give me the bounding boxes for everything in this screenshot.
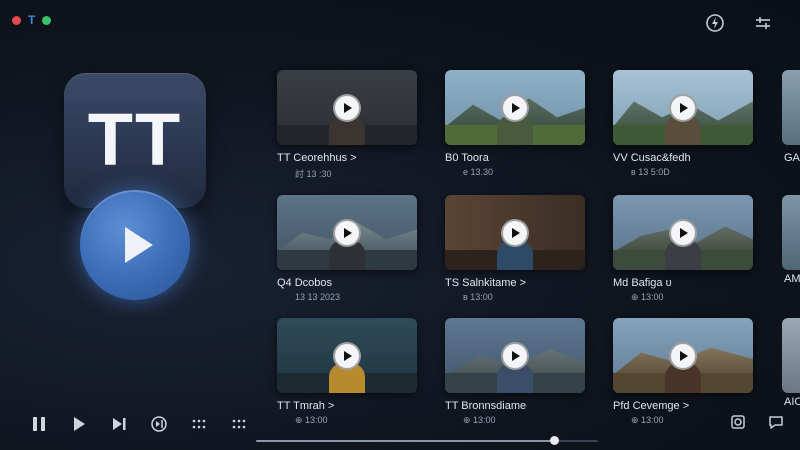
playback-controls <box>30 415 248 433</box>
play-icon <box>512 350 520 361</box>
maximize-window-button[interactable] <box>42 16 52 25</box>
video-title: TT Ceorehhus > <box>277 152 357 164</box>
close-window-button[interactable] <box>12 16 21 25</box>
video-title: TS Salnkitame > <box>445 277 527 289</box>
video-thumbnail[interactable] <box>613 195 753 270</box>
progress-fill <box>256 440 554 442</box>
video-title: TT Bronnsdiame <box>445 400 527 412</box>
logo-text: TT <box>87 98 183 181</box>
play-icon <box>74 417 85 431</box>
app-logo: TT <box>64 73 206 208</box>
bottom-right-toolbar <box>728 412 786 432</box>
grid-dots-icon <box>192 419 206 429</box>
video-card[interactable]: TT Bronnsdiame ⊕ 13:00 <box>445 318 585 426</box>
video-meta: 討 13 :30 <box>295 169 332 179</box>
video-title: Pfd Cevemge > <box>613 400 690 412</box>
top-toolbar <box>704 12 774 34</box>
partial-video-title: GA <box>784 152 800 164</box>
video-card[interactable]: TT Ceorehhus > 討 13 :30 <box>277 70 417 180</box>
comments-button[interactable] <box>766 412 786 432</box>
menu-dots-icon <box>232 419 246 429</box>
video-thumbnail[interactable] <box>277 70 417 145</box>
skip-next-button[interactable] <box>110 415 128 433</box>
partial-video-title: AIC <box>784 396 800 408</box>
main-play-button[interactable] <box>80 190 190 300</box>
play-control-button[interactable] <box>70 415 88 433</box>
app-mark: T <box>28 13 36 27</box>
video-thumbnail[interactable] <box>445 70 585 145</box>
filter-icon[interactable] <box>752 12 774 34</box>
gear-icon <box>731 415 745 429</box>
play-button[interactable] <box>501 93 529 122</box>
video-title: Q4 Dcobos <box>277 277 333 289</box>
video-title: Md Bafiga υ <box>613 277 672 289</box>
play-button[interactable] <box>333 93 361 122</box>
video-card[interactable]: Md Bafiga υ ⊕ 13:00 <box>613 195 753 303</box>
video-card[interactable]: VV Cusac&fedh в 13 5:0D <box>613 70 753 177</box>
video-meta: ⊕ 13:00 <box>463 415 496 425</box>
window-controls: T <box>12 13 52 27</box>
menu-button[interactable] <box>230 415 248 433</box>
video-title: TT Tmrah > <box>277 400 335 412</box>
settings-button[interactable] <box>728 412 748 432</box>
play-button[interactable] <box>333 341 361 370</box>
video-card[interactable]: TS Salnkitame > в 13:00 <box>445 195 585 302</box>
play-icon <box>344 350 352 361</box>
video-thumbnail[interactable] <box>613 70 753 145</box>
video-meta: 13 13 2023 <box>295 292 341 302</box>
app-window: T TT TT Ceorehhus > 討 13 :30 B0 Toora е … <box>0 0 800 450</box>
video-meta: в 13:00 <box>463 292 493 302</box>
video-meta: ⊕ 13:00 <box>631 292 664 302</box>
video-card[interactable]: Pfd Cevemge > ⊕ 13:00 <box>613 318 753 426</box>
video-card[interactable]: TT Tmrah > ⊕ 13:00 <box>277 318 417 426</box>
partial-video-title: AM <box>784 273 800 285</box>
video-meta: е 13.30 <box>463 167 494 177</box>
partial-video-thumbnail[interactable] <box>782 318 800 393</box>
video-title: VV Cusac&fedh <box>613 152 691 164</box>
progress-bar[interactable] <box>256 436 598 445</box>
audio-icon <box>151 416 167 432</box>
play-icon <box>344 227 352 238</box>
play-button[interactable] <box>669 218 697 247</box>
video-thumbnail[interactable] <box>277 195 417 270</box>
skip-next-icon <box>113 418 126 430</box>
video-title: B0 Toora <box>445 152 489 164</box>
play-button[interactable] <box>669 341 697 370</box>
video-thumbnail[interactable] <box>445 195 585 270</box>
play-icon <box>680 102 688 113</box>
audio-button[interactable] <box>150 415 168 433</box>
play-icon <box>125 227 153 263</box>
video-meta: ⊕ 13:00 <box>295 415 328 425</box>
video-meta: в 13 5:0D <box>631 167 670 177</box>
progress-handle[interactable] <box>549 436 559 445</box>
play-icon <box>512 102 520 113</box>
video-thumbnail[interactable] <box>613 318 753 393</box>
video-thumbnail[interactable] <box>445 318 585 393</box>
pause-button[interactable] <box>30 415 48 433</box>
video-thumbnail[interactable] <box>277 318 417 393</box>
pause-icon <box>33 417 45 431</box>
video-card[interactable]: Q4 Dcobos 13 13 2023 <box>277 195 417 302</box>
play-icon <box>680 350 688 361</box>
play-button[interactable] <box>333 218 361 247</box>
play-icon <box>512 227 520 238</box>
speed-icon[interactable] <box>704 12 726 34</box>
play-icon <box>680 227 688 238</box>
play-button[interactable] <box>501 341 529 370</box>
play-icon <box>344 102 352 113</box>
chapters-button[interactable] <box>190 415 208 433</box>
partial-video-thumbnail[interactable] <box>782 195 800 270</box>
play-button[interactable] <box>501 218 529 247</box>
chat-bubble-icon <box>769 416 783 429</box>
video-card[interactable]: B0 Toora е 13.30 <box>445 70 585 177</box>
partial-video-thumbnail[interactable] <box>782 70 800 145</box>
play-button[interactable] <box>669 93 697 122</box>
